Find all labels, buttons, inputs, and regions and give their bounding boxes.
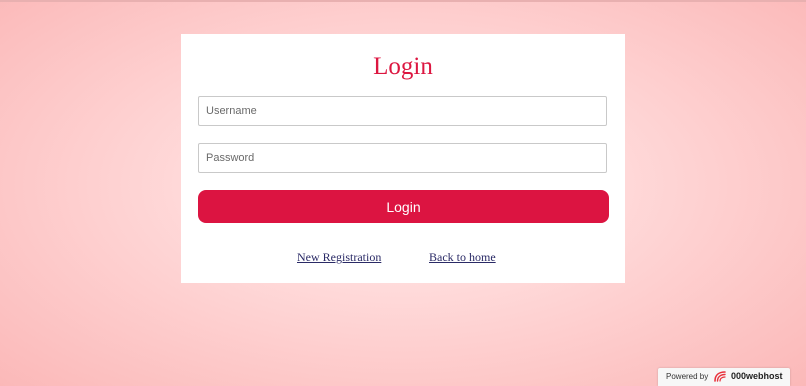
password-input[interactable] xyxy=(198,143,607,173)
username-input[interactable] xyxy=(198,96,607,126)
new-registration-link[interactable]: New Registration xyxy=(297,249,381,265)
form-links: New Registration Back to home xyxy=(181,249,625,265)
top-border xyxy=(0,0,806,2)
powered-by-badge[interactable]: Powered by 000webhost xyxy=(658,368,790,386)
host-name: 000webhost xyxy=(731,371,783,381)
000webhost-logo-icon xyxy=(714,371,726,382)
login-button[interactable]: Login xyxy=(198,190,609,223)
powered-by-label: Powered by xyxy=(666,372,709,381)
back-to-home-link[interactable]: Back to home xyxy=(429,249,496,265)
login-card: Login Login New Registration Back to hom… xyxy=(181,34,625,283)
page-title: Login xyxy=(373,53,433,80)
